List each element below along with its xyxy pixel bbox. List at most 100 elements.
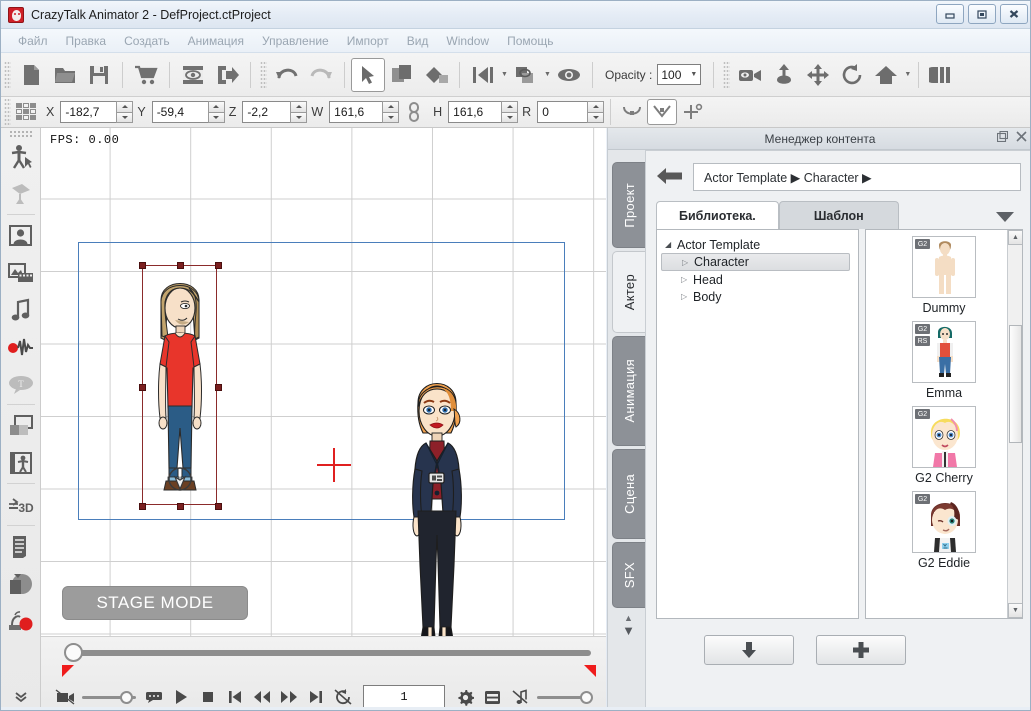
visibility-eye-icon[interactable] — [552, 58, 586, 92]
y-spin-up[interactable] — [207, 101, 225, 113]
undock-panel-icon[interactable] — [996, 130, 1009, 145]
tree-node-body[interactable]: ▷ Body — [661, 288, 854, 305]
preview-icon[interactable] — [176, 58, 210, 92]
vtab-scene[interactable]: Сцена — [612, 449, 645, 539]
menu-help[interactable]: Помощь — [498, 31, 562, 51]
new-project-icon[interactable] — [14, 58, 48, 92]
scroll-up-arrow-icon[interactable]: ▲ — [1008, 230, 1022, 245]
w-spin-down[interactable] — [382, 112, 400, 123]
record-stage-tool[interactable] — [3, 602, 39, 639]
vtabs-scroll-arrows[interactable]: ▲ ▼ — [612, 613, 645, 638]
toolbar-grip-3[interactable] — [723, 60, 731, 89]
undo-icon[interactable] — [270, 58, 304, 92]
menu-animation[interactable]: Анимация — [179, 31, 253, 51]
transform-icon[interactable] — [419, 58, 453, 92]
vtab-animation[interactable]: Анимация — [612, 336, 645, 446]
shape-transform-tool[interactable] — [3, 565, 39, 602]
handle-bottom-center[interactable] — [177, 503, 184, 510]
link-icon[interactable] — [509, 58, 543, 92]
angle-degree-icon[interactable] — [677, 99, 707, 125]
triangle-collapsed-icon[interactable]: ▷ — [681, 275, 693, 284]
download-content-button[interactable] — [704, 635, 794, 665]
face-head-tool[interactable] — [3, 217, 39, 254]
back-arrow-icon[interactable] — [656, 166, 683, 189]
select-arrow-icon[interactable] — [351, 57, 385, 92]
female-character-suit[interactable] — [399, 365, 475, 636]
zoom-slider-knob[interactable] — [120, 691, 133, 704]
timeline-scrubber-knob[interactable] — [64, 643, 83, 662]
open-project-icon[interactable] — [48, 58, 82, 92]
scrollbar-thumb[interactable] — [1009, 325, 1022, 443]
menu-view[interactable]: Вид — [398, 31, 438, 51]
text-bubble-tool[interactable]: T — [3, 365, 39, 402]
w-spinner[interactable] — [382, 101, 400, 123]
link-dropdown-caret[interactable]: ▼ — [543, 58, 552, 92]
category-tree[interactable]: ◢ Actor Template ▷ Character ▷ Head ▷ Bo… — [656, 229, 859, 619]
vtab-sfx[interactable]: SFX — [612, 542, 645, 608]
close-button[interactable] — [1000, 4, 1028, 24]
menu-window[interactable]: Window — [437, 31, 498, 51]
menu-create[interactable]: Создать — [115, 31, 179, 51]
opacity-caret-icon[interactable]: ▼ — [690, 71, 697, 78]
eddie-figure-thumb[interactable]: G2 — [912, 491, 976, 553]
multi-view-icon[interactable] — [925, 58, 959, 92]
chevron-double-down-icon[interactable] — [3, 688, 39, 706]
y-position-field[interactable]: -59,4 — [151, 101, 225, 123]
handle-top-center[interactable] — [177, 262, 184, 269]
tree-node-head[interactable]: ▷ Head — [661, 271, 854, 288]
vtab-actor[interactable]: Актер — [612, 251, 645, 333]
handle-middle-left[interactable] — [139, 384, 146, 391]
close-panel-icon[interactable] — [1016, 131, 1027, 145]
camera-icon[interactable] — [733, 58, 767, 92]
home-icon[interactable] — [869, 58, 903, 92]
export-icon[interactable] — [210, 58, 244, 92]
menu-control[interactable]: Управление — [253, 31, 338, 51]
list-item[interactable]: G2 — [877, 491, 1011, 570]
height-field[interactable]: 161,6 — [448, 101, 519, 123]
maximize-button[interactable] — [968, 4, 996, 24]
stage-canvas[interactable]: FPS: 0.00 STAGE MODE — [41, 128, 606, 636]
triangle-collapsed-icon[interactable]: ▷ — [681, 292, 693, 301]
r-spinner[interactable] — [587, 101, 605, 123]
x-spin-up[interactable] — [116, 101, 134, 113]
breadcrumb[interactable]: Actor Template ▶ Character ▶ — [693, 163, 1021, 191]
save-project-icon[interactable] — [82, 58, 116, 92]
scroll-down-arrow-icon[interactable]: ▼ — [1008, 603, 1022, 618]
record-audio-tool[interactable] — [3, 328, 39, 365]
flip-dropdown-caret[interactable]: ▼ — [500, 58, 509, 92]
timeline-scrubber-track[interactable] — [69, 650, 591, 656]
emma-figure-thumb[interactable]: G2 RS — [912, 321, 976, 383]
start-marker[interactable] — [62, 665, 74, 677]
align-grid-icon[interactable] — [16, 103, 42, 121]
redo-icon[interactable] — [304, 58, 338, 92]
list-item[interactable]: G2 — [877, 236, 1011, 315]
script-list-tool[interactable] — [3, 528, 39, 565]
add-content-button[interactable] — [816, 635, 906, 665]
handle-top-right[interactable] — [215, 262, 222, 269]
x-spinner[interactable] — [116, 101, 134, 123]
pan-move-icon[interactable] — [801, 58, 835, 92]
vtabs-scroll-down-icon[interactable]: ▼ — [622, 623, 635, 638]
tree-node-actor-template[interactable]: ◢ Actor Template — [661, 236, 854, 253]
h-spin-up[interactable] — [501, 101, 519, 113]
layer-compose-tool[interactable] — [3, 407, 39, 444]
triangle-collapsed-icon[interactable]: ▷ — [682, 258, 694, 267]
z-position-field[interactable]: -2,2 — [242, 101, 308, 123]
marketplace-cart-icon[interactable] — [129, 58, 163, 92]
x-spin-down[interactable] — [116, 112, 134, 123]
z-spin-up[interactable] — [290, 101, 308, 113]
handle-middle-right[interactable] — [215, 384, 222, 391]
audio-music-tool[interactable] — [3, 291, 39, 328]
tab-library[interactable]: Библиотека. — [656, 201, 779, 229]
handle-bottom-right[interactable] — [215, 503, 222, 510]
list-item[interactable]: G2 RS Emma — [877, 321, 1011, 400]
pivot-bottom-icon[interactable] — [617, 99, 647, 125]
chain-link-icon[interactable] — [399, 99, 429, 125]
library-scrollbar[interactable]: ▲ ▼ — [1007, 230, 1022, 618]
r-spin-down[interactable] — [587, 112, 605, 123]
duplicate-icon[interactable] — [385, 58, 419, 92]
minimize-button[interactable] — [936, 4, 964, 24]
stage-actor-tool[interactable] — [3, 444, 39, 481]
menu-import[interactable]: Импорт — [338, 31, 398, 51]
handle-top-left[interactable] — [139, 262, 146, 269]
